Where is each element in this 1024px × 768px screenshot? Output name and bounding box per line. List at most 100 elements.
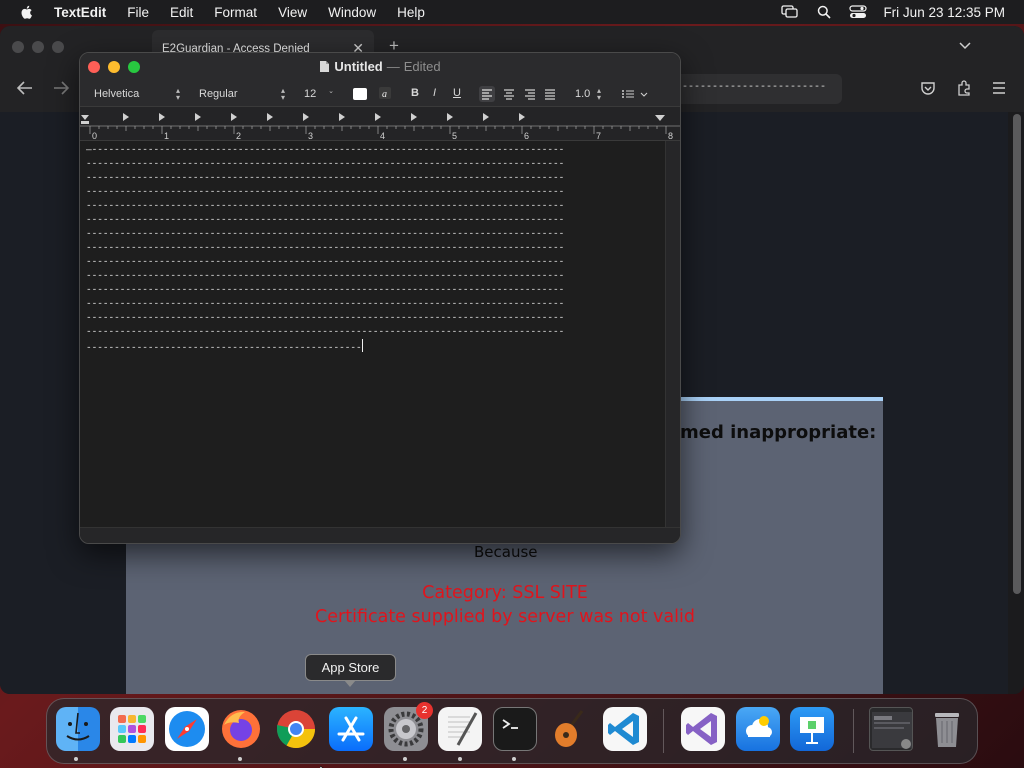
tab-stop-marker[interactable] <box>339 113 345 121</box>
running-indicator <box>458 757 462 761</box>
left-indent-marker[interactable] <box>81 115 89 120</box>
dock-separator <box>853 709 854 753</box>
align-right-icon[interactable] <box>522 86 538 107</box>
stepper-icon: ▴ ▾ <box>280 86 285 102</box>
screen-mirroring-icon[interactable] <box>781 5 799 19</box>
menu-window[interactable]: Window <box>328 5 376 20</box>
menu-app-name[interactable]: TextEdit <box>54 5 106 20</box>
denied-category: Category: SSL SITE <box>422 583 588 603</box>
text-line: —---------------------------------------… <box>86 144 565 155</box>
line-spacing-select[interactable]: 1.0 ▴ ▾ <box>569 84 605 104</box>
app-store-icon[interactable] <box>329 707 373 751</box>
bold-button[interactable]: B <box>411 87 419 99</box>
align-justify-icon[interactable] <box>542 86 558 107</box>
align-left-button[interactable] <box>479 86 495 102</box>
apple-logo-icon[interactable] <box>19 4 35 20</box>
italic-button[interactable]: I <box>433 87 436 99</box>
font-size-value: 12 <box>304 88 317 100</box>
tab-stop-marker[interactable] <box>195 113 201 121</box>
underline-button[interactable]: U <box>453 87 461 99</box>
font-family-value: Helvetica <box>94 88 140 100</box>
finder-icon[interactable] <box>56 707 100 751</box>
vscode-icon[interactable] <box>603 707 647 751</box>
search-icon[interactable] <box>817 5 832 19</box>
running-indicator <box>512 757 516 761</box>
list-bullets-icon[interactable] <box>620 86 650 107</box>
text-line: ----------------------------------------… <box>86 326 565 337</box>
launchpad-icon[interactable] <box>110 707 154 751</box>
tab-stop-marker[interactable] <box>159 113 165 121</box>
tab-stop-marker[interactable] <box>123 113 129 121</box>
ruler[interactable]: 0 1 2 3 4 5 6 7 8 <box>80 107 680 141</box>
browser-close-button[interactable] <box>12 41 24 53</box>
trash-icon[interactable] <box>925 707 969 751</box>
text-line: ----------------------------------------… <box>86 172 565 183</box>
mouse-pointer-icon <box>319 761 328 768</box>
menu-edit[interactable]: Edit <box>170 5 193 20</box>
text-color-swatch[interactable] <box>353 88 367 100</box>
menu-clock[interactable]: Fri Jun 23 12:35 PM <box>883 5 1005 20</box>
icloud-icon[interactable] <box>736 707 780 751</box>
forward-arrow-icon[interactable] <box>52 80 70 101</box>
extensions-icon[interactable] <box>955 79 973 102</box>
denied-reason: Certificate supplied by server was not v… <box>315 607 695 627</box>
tab-stop-marker[interactable] <box>231 113 237 121</box>
ruler-scale: 0 1 2 3 4 5 6 7 8 <box>80 113 680 141</box>
tab-stop-marker[interactable] <box>267 113 273 121</box>
back-arrow-icon[interactable] <box>16 80 34 101</box>
menu-hamburger-icon[interactable] <box>992 81 1006 99</box>
tab-stop-marker[interactable] <box>483 113 489 121</box>
menu-format[interactable]: Format <box>214 5 257 20</box>
first-line-indent-marker[interactable] <box>81 121 89 124</box>
tab-stop-marker[interactable] <box>411 113 417 121</box>
document-title: Untitled — Edited <box>80 59 680 74</box>
textedit-icon[interactable] <box>438 707 482 751</box>
pocket-icon[interactable] <box>920 80 936 101</box>
svg-text:a: a <box>382 89 387 100</box>
text-vertical-scrollbar[interactable] <box>665 141 680 529</box>
align-center-icon[interactable] <box>501 86 517 107</box>
textedit-titlebar[interactable]: Untitled — Edited <box>80 53 680 81</box>
menu-view[interactable]: View <box>278 5 307 20</box>
tab-list-chevron-icon[interactable] <box>958 38 972 56</box>
ruler-number: 2 <box>236 131 241 141</box>
tab-stop-marker[interactable] <box>447 113 453 121</box>
chrome-icon[interactable] <box>274 707 318 751</box>
text-horizontal-scrollbar[interactable] <box>80 527 680 543</box>
dock <box>46 698 978 764</box>
text-line: ----------------------------------------… <box>86 186 565 197</box>
menu-help[interactable]: Help <box>397 5 425 20</box>
firefox-icon[interactable] <box>219 707 263 751</box>
highlight-color-icon[interactable]: a <box>378 86 392 105</box>
text-line: ----------------------------------------… <box>86 298 565 309</box>
right-margin-marker[interactable] <box>655 115 665 121</box>
font-style-select[interactable]: Regular ▴ ▾ <box>193 84 289 104</box>
minimized-window-icon[interactable] <box>869 707 913 751</box>
document-icon <box>320 61 330 72</box>
browser-scroll-thumb[interactable] <box>1013 114 1021 594</box>
text-line: ----------------------------------------… <box>86 214 565 225</box>
text-line: ----------------------------------------… <box>86 339 660 353</box>
document-status: Edited <box>403 59 441 74</box>
dock-separator <box>663 709 664 753</box>
visual-studio-icon[interactable] <box>681 707 725 751</box>
safari-icon[interactable] <box>165 707 209 751</box>
tab-stop-marker[interactable] <box>375 113 381 121</box>
tooltip-arrow <box>344 680 356 687</box>
tab-stop-marker[interactable] <box>519 113 525 121</box>
font-size-select[interactable]: 12 ⌄ <box>298 84 338 104</box>
text-area[interactable]: —---------------------------------------… <box>86 143 660 523</box>
keynote-icon[interactable] <box>790 707 834 751</box>
control-center-icon[interactable] <box>849 5 868 19</box>
browser-zoom-button[interactable] <box>52 41 64 53</box>
tab-stop-marker[interactable] <box>303 113 309 121</box>
terminal-icon[interactable] <box>493 707 537 751</box>
browser-minimize-button[interactable] <box>32 41 44 53</box>
font-family-select[interactable]: Helvetica ▴ ▾ <box>88 84 184 104</box>
line-spacing-value: 1.0 <box>575 88 591 100</box>
running-indicator <box>238 757 242 761</box>
garageband-icon[interactable] <box>548 707 592 751</box>
document-name: Untitled <box>334 59 383 74</box>
menu-file[interactable]: File <box>127 5 149 20</box>
text-line: ----------------------------------------… <box>86 158 565 169</box>
